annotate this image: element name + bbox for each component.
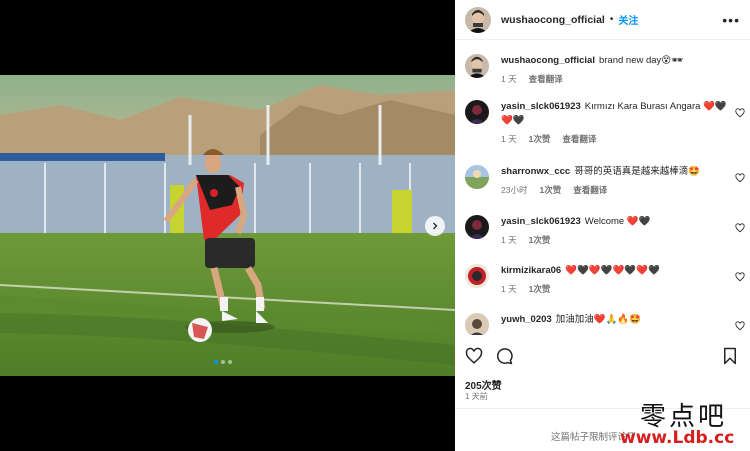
watermark-url: www.Ldb.cc [620,428,735,448]
post-header: wushaocong_official • 关注 ••• [455,0,750,40]
post-photo[interactable] [0,75,455,376]
author-avatar[interactable] [465,6,491,33]
translate-link[interactable]: 查看翻译 [562,132,596,146]
translate-link[interactable]: 查看翻译 [529,72,563,86]
comments-list[interactable]: wushaocong_official brand new day😵🕶 1 天 查… [455,50,750,335]
comment-row: yasin_slck061923 Welcome ❤️🖤 1 天 1次赞 [465,215,745,247]
commenter-avatar[interactable] [465,165,489,189]
comment-text: 哥哥的英语真是越来越棒滴🤩 [574,166,701,177]
carousel-dot [221,360,225,364]
commenter-avatar[interactable] [465,100,489,124]
comment-time: 1 天 [501,284,517,294]
likes-count[interactable]: 205次赞 [465,377,502,392]
media-pane [0,0,455,451]
comment-text: ❤️🖤❤️🖤❤️🖤❤️🖤 [565,265,660,276]
comment-like-icon[interactable] [735,108,745,118]
comment-time: 1 天 [501,74,517,84]
follow-button[interactable]: 关注 [618,12,638,27]
comment-likes[interactable]: 1次赞 [529,282,551,296]
carousel-dot [228,360,232,364]
comment-likes[interactable]: 1次赞 [529,233,551,247]
comment-text: 加油加油❤️🙏🔥🤩 [555,314,642,325]
commenter-avatar[interactable] [465,264,489,288]
comment-row: kirmizikara06 ❤️🖤❤️🖤❤️🖤❤️🖤 1 天 1次赞 [465,264,745,296]
comment-like-icon[interactable] [735,223,745,233]
comment-time: 1 天 [501,134,517,144]
more-options-icon[interactable]: ••• [722,12,740,28]
caption-row: wushaocong_official brand new day😵🕶 1 天 查… [465,54,745,86]
comment-username[interactable]: sharronwx_ccc [501,166,570,177]
football [188,318,212,342]
comment-username[interactable]: yasin_slck061923 [501,101,581,112]
comment-row: yasin_slck061923 Kırmızı Kara Burası Anga… [465,100,745,146]
comment-like-icon[interactable] [735,321,745,331]
commenter-avatar[interactable] [465,215,489,239]
comment-likes[interactable]: 1次赞 [529,132,551,146]
carousel-dots [214,360,232,364]
comment-icon[interactable] [495,347,513,365]
comment-likes[interactable]: 1次赞 [539,183,561,197]
comment-username[interactable]: kirmizikara06 [501,265,561,276]
header-separator: • [609,14,614,25]
comment-time: 23小时 [501,185,528,195]
post-panel: wushaocong_official • 关注 ••• wushaocong_… [455,0,750,451]
heart-icon[interactable] [465,347,483,365]
comment-row: sharronwx_ccc 哥哥的英语真是越来越棒滴🤩 23小时 1次赞 查看翻译 [465,165,745,197]
comment-username[interactable]: yasin_slck061923 [501,216,581,227]
comment-username[interactable]: wushaocong_official [501,55,595,66]
commenter-avatar[interactable] [465,313,489,335]
commenter-avatar[interactable] [465,54,489,78]
comment-like-icon[interactable] [735,272,745,282]
post-actions [465,345,745,367]
carousel-next-button[interactable] [425,216,445,236]
bookmark-icon[interactable] [721,347,739,365]
chevron-right-icon [433,222,438,230]
post-timestamp: 1 天前 [465,392,488,401]
comment-row: yuwh_0203 加油加油❤️🙏🔥🤩 [465,313,745,335]
comment-like-icon[interactable] [735,173,745,183]
comment-text: Welcome ❤️🖤 [584,216,651,227]
translate-link[interactable]: 查看翻译 [573,183,607,197]
comment-username[interactable]: yuwh_0203 [501,314,552,325]
carousel-dot-active [214,360,218,364]
comment-time: 1 天 [501,235,517,245]
author-username[interactable]: wushaocong_official [501,14,605,26]
football-training-image [0,75,455,376]
comment-text: brand new day😵🕶 [598,55,684,66]
